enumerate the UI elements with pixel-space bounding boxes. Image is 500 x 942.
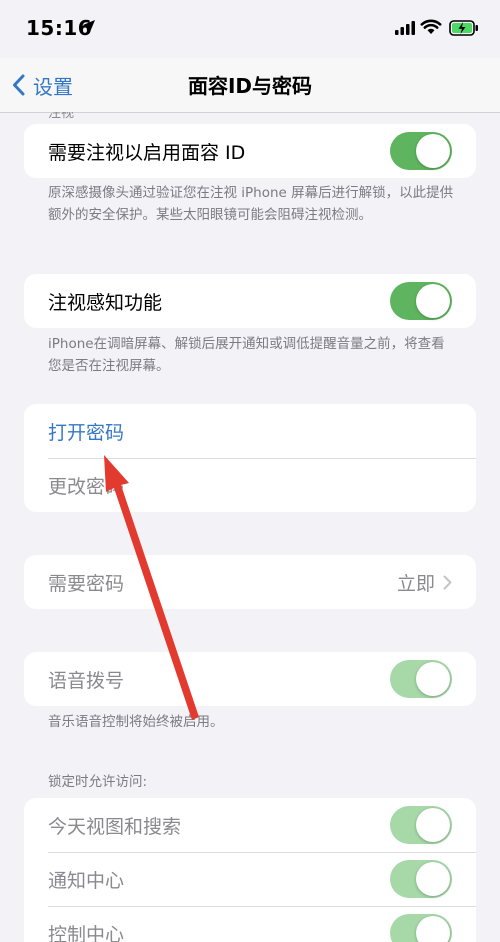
toggle-knob bbox=[416, 134, 450, 168]
require-attention-toggle[interactable] bbox=[390, 132, 452, 170]
voice-dial-toggle[interactable] bbox=[390, 660, 452, 698]
require-passcode-group: 需要密码 立即 bbox=[24, 555, 476, 609]
require-attention-row: 需要注视以启用面容 ID bbox=[24, 124, 476, 178]
turn-passcode-on-row[interactable]: 打开密码 bbox=[24, 404, 476, 458]
attention-aware-group: 注视感知功能 bbox=[24, 274, 476, 328]
toggle-knob bbox=[416, 662, 450, 696]
attention-aware-toggle[interactable] bbox=[390, 282, 452, 320]
chevron-right-icon bbox=[443, 575, 452, 589]
control-center-row: 控制中心 bbox=[24, 906, 476, 942]
voice-dial-row: 语音拨号 bbox=[24, 652, 476, 706]
location-icon bbox=[83, 20, 95, 32]
attention-aware-note: iPhone在调暗屏幕、解锁后展开通知或调低提醒音量之前，将查看您是否在注视屏幕… bbox=[48, 336, 445, 374]
require-passcode-row[interactable]: 需要密码 立即 bbox=[24, 555, 476, 609]
section-header-partial: 注视 bbox=[48, 112, 75, 121]
locked-access-header: 锁定时允许访问: bbox=[48, 774, 148, 790]
toggle-knob bbox=[416, 862, 450, 896]
require-passcode-value: 立即 bbox=[396, 572, 435, 595]
change-passcode-row[interactable]: 更改密码 bbox=[24, 458, 476, 512]
notification-center-row: 通知中心 bbox=[24, 852, 476, 906]
page-title: 面容ID与密码 bbox=[187, 74, 313, 98]
voice-dial-note: 音乐语音控制将始终被启用。 bbox=[48, 714, 224, 730]
control-center-toggle[interactable] bbox=[390, 914, 452, 942]
locked-access-group: 今天视图和搜索 通知中心 控制中心 bbox=[24, 798, 476, 942]
today-view-toggle[interactable] bbox=[390, 806, 452, 844]
require-attention-note: 原深感摄像头通过验证您在注视 iPhone 屏幕后进行解锁，以此提供额外的安全保… bbox=[48, 185, 454, 223]
wifi-icon bbox=[420, 19, 442, 34]
attention-aware-row: 注视感知功能 bbox=[24, 274, 476, 328]
turn-passcode-on-label: 打开密码 bbox=[48, 421, 125, 444]
status-bar: 15:16 bbox=[0, 0, 500, 58]
require-attention-group: 需要注视以启用面容 ID bbox=[24, 124, 476, 178]
toggle-knob bbox=[416, 808, 450, 842]
cellular-signal-icon bbox=[395, 21, 415, 35]
notification-center-toggle[interactable] bbox=[390, 860, 452, 898]
toggle-knob bbox=[416, 284, 450, 318]
change-passcode-label: 更改密码 bbox=[48, 475, 125, 498]
today-view-row: 今天视图和搜索 bbox=[24, 798, 476, 852]
passcode-group: 打开密码 更改密码 bbox=[24, 404, 476, 512]
toggle-knob bbox=[416, 916, 450, 942]
navigation-bar: 设置 面容ID与密码 bbox=[0, 58, 500, 113]
voice-dial-group: 语音拨号 bbox=[24, 652, 476, 706]
battery-charging-icon bbox=[449, 20, 478, 36]
require-passcode-label: 需要密码 bbox=[48, 572, 125, 595]
settings-scroll-area[interactable]: 注视 需要注视以启用面容 ID 原深感摄像头通过验证您在注视 iPhone 屏幕… bbox=[0, 112, 500, 942]
